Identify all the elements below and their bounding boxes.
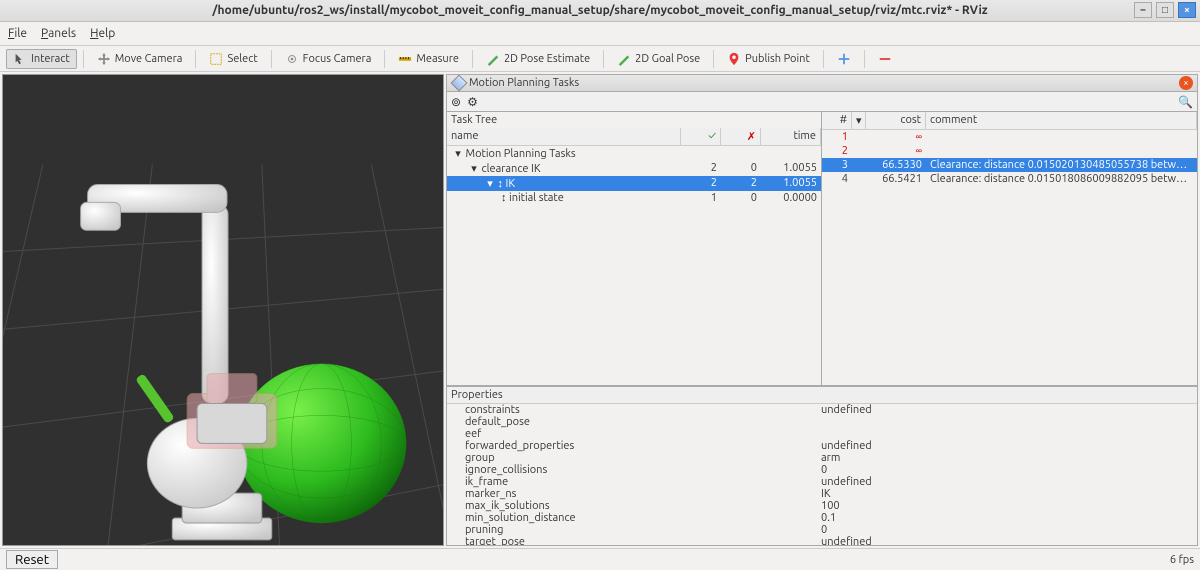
col-success[interactable]: ✓ — [681, 128, 721, 145]
menu-file[interactable]: File — [8, 27, 27, 40]
tool-publish-point[interactable]: Publish Point — [720, 49, 817, 69]
tool-2d-pose-estimate-label: 2D Pose Estimate — [504, 53, 590, 65]
solution-row[interactable]: 1∞ — [822, 130, 1197, 144]
task-tree-row[interactable]: ▾ ↕ IK221.0055 — [447, 176, 821, 191]
fps-display: 6 fps — [1170, 554, 1194, 566]
properties-body[interactable]: constraintsundefineddefault_poseeefforwa… — [447, 404, 1197, 545]
property-row[interactable]: pruning0 — [447, 524, 1197, 536]
task-tree-row[interactable]: ▾ Motion Planning Tasks — [447, 146, 821, 161]
panel-zoom-icon[interactable]: 🔍 — [1178, 95, 1193, 109]
panel-subtoolbar: ⊚ ⚙ 🔍 — [446, 92, 1198, 112]
solution-row[interactable]: 2∞ — [822, 144, 1197, 158]
tool-focus-camera-label: Focus Camera — [303, 53, 372, 65]
property-row[interactable]: target_poseundefined — [447, 536, 1197, 545]
menu-help[interactable]: Help — [90, 27, 115, 40]
expander-icon[interactable]: ▾ — [453, 147, 463, 160]
window-close-button[interactable]: × — [1178, 2, 1196, 18]
tool-move-camera-label: Move Camera — [115, 53, 183, 65]
solution-row[interactable]: 366.5330Clearance: distance 0.0150201304… — [822, 158, 1197, 172]
properties-panel: Properties constraintsundefineddefault_p… — [446, 386, 1198, 546]
tool-remove[interactable] — [871, 49, 899, 69]
property-row[interactable]: ignore_collisions0 — [447, 464, 1197, 476]
tool-select-label: Select — [227, 53, 257, 65]
col-time[interactable]: time — [761, 128, 821, 145]
col-cost[interactable]: cost — [866, 112, 926, 129]
tool-2d-goal-pose[interactable]: 2D Goal Pose — [610, 49, 707, 69]
property-row[interactable]: eef — [447, 428, 1197, 440]
3d-viewport[interactable] — [2, 74, 444, 546]
col-id[interactable]: # — [822, 112, 852, 129]
stage-icon: ↕ — [498, 178, 504, 190]
window-maximize-button[interactable]: □ — [1156, 2, 1174, 18]
tool-select[interactable]: Select — [202, 49, 264, 69]
property-row[interactable]: grouparm — [447, 452, 1197, 464]
property-row[interactable]: forwarded_propertiesundefined — [447, 440, 1197, 452]
window-minimize-button[interactable]: – — [1134, 2, 1152, 18]
tool-interact-label: Interact — [31, 53, 70, 65]
solution-row[interactable]: 466.5421Clearance: distance 0.0150180860… — [822, 172, 1197, 186]
solutions-panel: # ▾ cost comment 1∞2∞366.5330Clearance: … — [822, 112, 1198, 386]
properties-label: Properties — [447, 387, 1197, 404]
property-row[interactable]: ik_frameundefined — [447, 476, 1197, 488]
expander-icon[interactable]: ▾ — [485, 177, 495, 190]
menu-panels[interactable]: Panels — [41, 27, 76, 40]
col-fail[interactable]: ✗ — [721, 128, 761, 145]
tool-measure-label: Measure — [416, 53, 459, 65]
panel-title: Motion Planning Tasks — [469, 77, 579, 89]
tool-interact[interactable]: Interact — [6, 49, 77, 69]
tool-focus-camera[interactable]: Focus Camera — [278, 49, 379, 69]
toolbar: Interact Move Camera Select Focus Camera… — [0, 46, 1200, 72]
col-sort-icon[interactable]: ▾ — [852, 112, 866, 129]
panel-icon — [451, 75, 468, 92]
panel-connector-icon[interactable]: ⊚ — [451, 95, 461, 109]
solutions-header: # ▾ cost comment — [822, 112, 1197, 130]
panel-close-icon[interactable]: × — [1179, 76, 1193, 90]
task-tree-panel: Task Tree name ✓ ✗ time ▾ Motion Plannin… — [446, 112, 822, 386]
menubar: File Panels Help — [0, 22, 1200, 46]
reset-button[interactable]: Reset — [6, 550, 58, 569]
solutions-body[interactable]: 1∞2∞366.5330Clearance: distance 0.015020… — [822, 130, 1197, 385]
property-row[interactable]: default_pose — [447, 416, 1197, 428]
panel-settings-icon[interactable]: ⚙ — [467, 95, 478, 109]
tool-measure[interactable]: Measure — [391, 49, 466, 69]
window-titlebar: /home/ubuntu/ros2_ws/install/mycobot_mov… — [0, 0, 1200, 22]
task-tree-label: Task Tree — [447, 112, 821, 128]
property-row[interactable]: marker_nsIK — [447, 488, 1197, 500]
task-tree-row[interactable]: ▾ clearance IK201.0055 — [447, 161, 821, 176]
stage-icon: ↕ — [501, 192, 507, 204]
property-row[interactable]: min_solution_distance0.1 — [447, 512, 1197, 524]
col-comment[interactable]: comment — [926, 112, 1197, 129]
task-tree-body[interactable]: ▾ Motion Planning Tasks▾ clearance IK201… — [447, 146, 821, 385]
task-tree-row[interactable]: ↕ initial state100.0000 — [447, 191, 821, 205]
tool-2d-goal-pose-label: 2D Goal Pose — [635, 53, 700, 65]
tool-move-camera[interactable]: Move Camera — [90, 49, 190, 69]
expander-icon[interactable]: ▾ — [469, 162, 479, 175]
task-tree-header: name ✓ ✗ time — [447, 128, 821, 146]
property-row[interactable]: constraintsundefined — [447, 404, 1197, 416]
viewport-scene — [3, 75, 443, 546]
panel-header: Motion Planning Tasks × — [446, 74, 1198, 92]
tool-publish-point-label: Publish Point — [745, 53, 810, 65]
tool-2d-pose-estimate[interactable]: 2D Pose Estimate — [479, 49, 597, 69]
window-title: /home/ubuntu/ros2_ws/install/mycobot_mov… — [212, 4, 987, 17]
property-row[interactable]: max_ik_solutions100 — [447, 500, 1197, 512]
statusbar: Reset 6 fps — [0, 548, 1200, 570]
col-name[interactable]: name — [447, 128, 681, 145]
tool-add[interactable] — [830, 49, 858, 69]
